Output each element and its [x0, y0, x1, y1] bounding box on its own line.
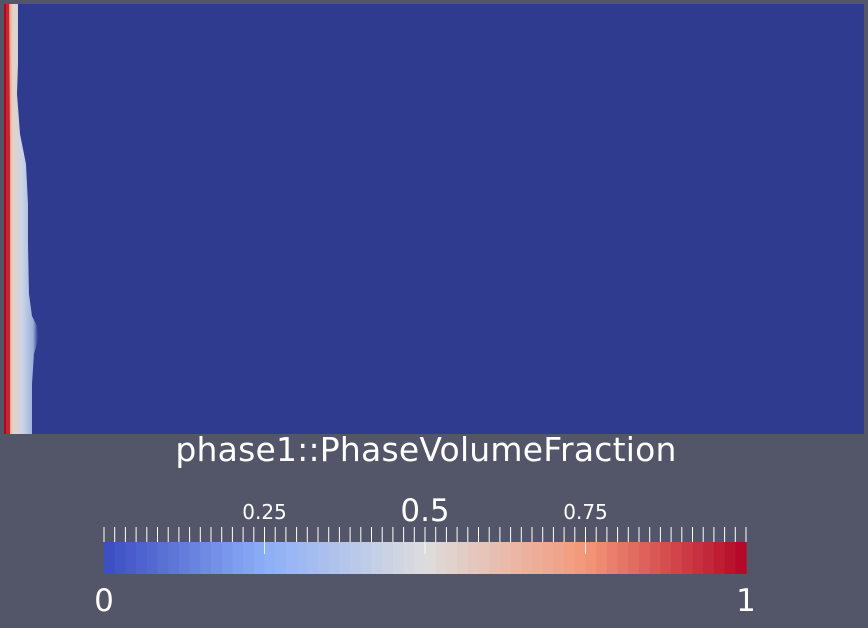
- color-legend-label: 0.25: [242, 500, 287, 524]
- color-legend-segment: [681, 542, 694, 574]
- color-legend-segment: [125, 542, 137, 574]
- color-legend-segment: [639, 542, 651, 574]
- color-legend-segment: [318, 542, 330, 574]
- color-legend-label: 1: [736, 583, 756, 619]
- render-viewport[interactable]: [4, 4, 864, 434]
- color-legend-segment: [457, 542, 469, 574]
- color-legend-segment: [403, 542, 415, 574]
- color-legend-segment: [189, 542, 201, 574]
- color-legend-segment: [392, 542, 405, 574]
- color-legend-segment: [628, 542, 640, 574]
- color-legend-label: 0: [94, 583, 114, 619]
- color-legend-segment: [243, 542, 255, 574]
- color-legend-segment: [585, 542, 597, 574]
- color-legend-segment: [703, 542, 715, 574]
- color-legend-segment: [146, 542, 159, 574]
- color-legend-segment: [489, 542, 501, 574]
- color-legend-segment: [467, 542, 480, 574]
- color-legend-segment: [339, 542, 351, 574]
- color-legend-segment: [264, 542, 276, 574]
- color-legend-segment: [425, 542, 437, 574]
- color-legend-segment: [328, 542, 340, 574]
- color-legend-segment: [660, 542, 672, 574]
- scalar-bar-title: phase1::PhaseVolumeFraction: [175, 430, 677, 469]
- color-legend-segment: [724, 542, 736, 574]
- color-legend-segment: [713, 542, 726, 574]
- color-legend-segment: [307, 542, 319, 574]
- color-legend-segment: [211, 542, 223, 574]
- volume-fraction-field: [4, 4, 864, 434]
- color-legend-segment: [617, 542, 629, 574]
- color-legend-segment: [564, 542, 576, 574]
- color-legend-segment: [221, 542, 233, 574]
- color-legend-segment: [360, 542, 373, 574]
- color-legend-segment: [542, 542, 554, 574]
- color-legend-segment: [606, 542, 619, 574]
- color-legend-segment: [168, 542, 180, 574]
- color-legend-segment: [382, 542, 394, 574]
- color-legend-segment: [692, 542, 704, 574]
- color-legend-segment: [446, 542, 458, 574]
- color-legend-segment: [671, 542, 683, 574]
- color-legend-segment: [371, 542, 383, 574]
- color-legend-segment: [157, 542, 169, 574]
- color-legend-segment: [553, 542, 565, 574]
- color-legend-segment: [478, 542, 490, 574]
- color-legend-segment: [574, 542, 587, 574]
- color-legend-segment: [350, 542, 362, 574]
- color-legend-segment: [435, 542, 447, 574]
- color-legend-segment: [414, 542, 426, 574]
- color-legend-segment: [596, 542, 608, 574]
- color-legend-segment: [532, 542, 544, 574]
- color-legend-segment: [136, 542, 148, 574]
- field-background: [4, 4, 864, 434]
- color-legend: 0.25 0.5 0.75 0 1: [0, 493, 868, 624]
- color-legend-segment: [200, 542, 212, 574]
- color-legend-segment: [499, 542, 512, 574]
- color-legend-segment: [285, 542, 298, 574]
- color-legend-segment: [275, 542, 287, 574]
- color-legend-segment: [253, 542, 266, 574]
- color-legend-segment: [735, 542, 747, 574]
- color-legend-segment: [649, 542, 661, 574]
- color-legend-segment: [521, 542, 533, 574]
- wall-edge: [4, 4, 6, 434]
- color-legend-segment: [104, 542, 116, 574]
- color-legend-segment: [510, 542, 522, 574]
- color-legend-segment: [232, 542, 244, 574]
- color-legend-segment: [296, 542, 308, 574]
- color-legend-label: 0.75: [563, 500, 608, 524]
- color-legend-label: 0.5: [400, 493, 450, 529]
- color-legend-segment: [114, 542, 126, 574]
- color-legend-segment: [178, 542, 191, 574]
